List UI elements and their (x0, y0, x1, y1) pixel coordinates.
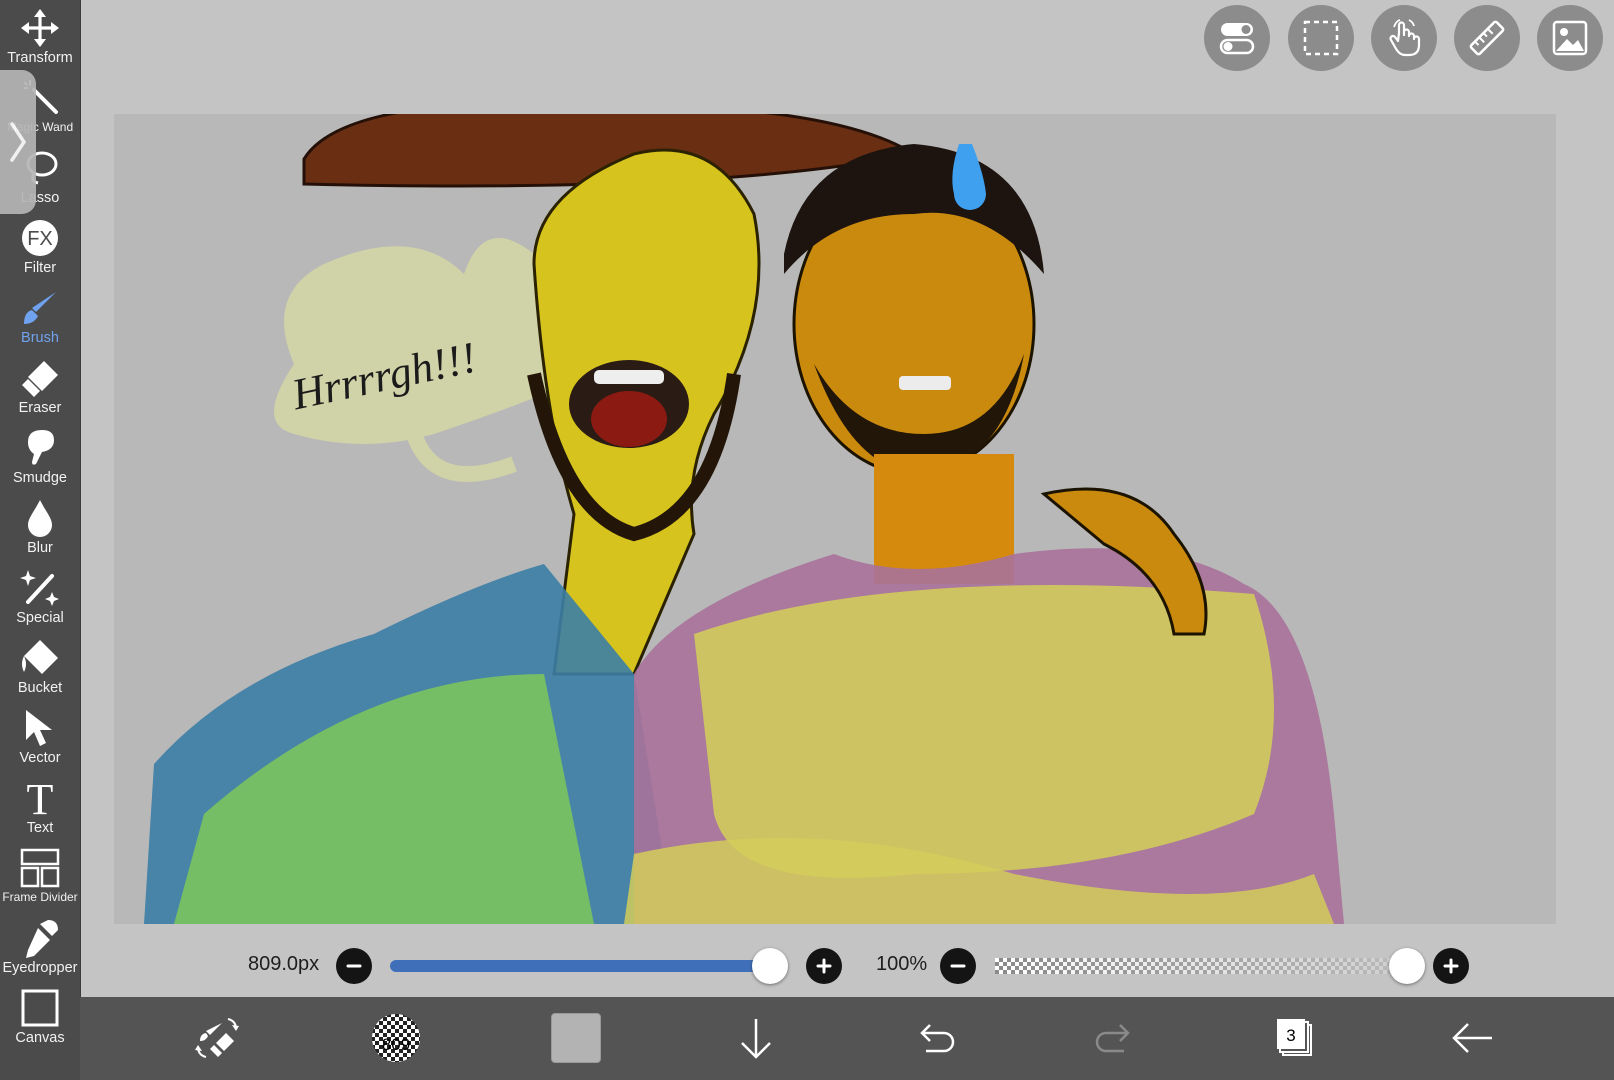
tool-label: Eyedropper (2, 960, 78, 976)
tool-canvas[interactable]: Canvas (0, 984, 80, 1056)
eraser-icon (22, 361, 58, 397)
tool-bucket[interactable]: Bucket (0, 634, 80, 706)
back-button[interactable] (1440, 1005, 1506, 1071)
brush-size-slider-knob[interactable] (752, 948, 789, 984)
tool-filter[interactable]: FX Filter (0, 214, 80, 286)
layers-button[interactable]: 3 (1261, 1005, 1327, 1071)
text-t-icon: T (27, 778, 54, 818)
toolbar-collapse-tab[interactable] (0, 70, 36, 214)
fx-filter-icon: FX (22, 220, 58, 256)
brush-size-badge: 809 (382, 1035, 410, 1054)
layer-count: 3 (1286, 1026, 1295, 1045)
frame-divider-icon (20, 848, 60, 888)
gesture-hand-icon (1389, 19, 1421, 57)
smudge-finger-icon (28, 430, 54, 465)
tool-label: Text (26, 820, 54, 836)
tool-eraser[interactable]: Eraser (0, 354, 80, 426)
svg-text:FX: FX (27, 228, 53, 250)
tool-label: Smudge (12, 470, 67, 486)
tool-blur[interactable]: Blur (0, 494, 80, 566)
toggle-icon (1219, 23, 1255, 55)
opacity-increase-button[interactable] (1433, 948, 1469, 984)
undo-icon (920, 1024, 955, 1053)
tool-label: Bucket (17, 680, 63, 696)
tool-label: Filter (23, 260, 57, 276)
ruler-button[interactable] (1454, 5, 1520, 71)
brush-icon (24, 292, 56, 324)
tool-label: Eraser (18, 400, 62, 416)
brush-size-increase-button[interactable] (806, 948, 842, 984)
selection-button[interactable] (1288, 5, 1354, 71)
arrow-left-icon (1452, 1023, 1492, 1053)
svg-text:T: T (27, 778, 54, 818)
brush-swap-icon (195, 1018, 239, 1058)
eyedropper-icon (26, 920, 58, 958)
opacity-slider[interactable] (995, 958, 1407, 974)
tool-label: Frame Divider (2, 890, 78, 904)
gesture-button[interactable] (1371, 5, 1437, 71)
ruler-icon (1469, 20, 1505, 56)
tool-transform[interactable]: Transform (0, 4, 80, 76)
plus-icon (816, 958, 832, 974)
vector-cursor-icon (26, 710, 52, 746)
tool-label: Canvas (15, 1030, 65, 1046)
bucket-icon (22, 640, 58, 674)
brush-settings-button[interactable]: 809 (363, 1005, 429, 1071)
brush-size-preview-icon: 809 (372, 1014, 420, 1062)
brush-size-slider[interactable] (390, 960, 782, 972)
drawing-canvas[interactable]: Hrrrrgh!!! (114, 114, 1556, 924)
opacity-value: 100% (876, 953, 928, 975)
redo-icon (1095, 1024, 1130, 1053)
tool-label: Transform (7, 50, 73, 66)
brush-size-decrease-button[interactable] (336, 948, 372, 984)
tool-vector[interactable]: Vector (0, 704, 80, 776)
save-download-button[interactable] (723, 1005, 789, 1071)
selection-icon (1303, 20, 1339, 56)
opacity-slider-knob[interactable] (1389, 948, 1425, 984)
tool-special[interactable]: Special (0, 564, 80, 636)
blur-drop-icon (28, 500, 52, 537)
reference-image-button[interactable] (1537, 5, 1603, 71)
redo-button[interactable] (1082, 1005, 1148, 1071)
brush-size-value: 809.0px (248, 953, 320, 975)
current-color-swatch (551, 1013, 601, 1063)
tool-text[interactable]: T Text (0, 774, 80, 846)
quick-menu-button[interactable] (184, 1005, 250, 1071)
color-picker-button[interactable] (543, 1005, 609, 1071)
minus-icon (346, 964, 362, 968)
tool-bar: Transform Magic Wand Lasso FX Filter Bru… (0, 0, 81, 1080)
plus-icon (1443, 958, 1459, 974)
tool-label: Vector (19, 750, 61, 766)
arrow-down-icon (741, 1019, 771, 1059)
tool-smudge[interactable]: Smudge (0, 424, 80, 496)
transform-icon (21, 9, 59, 47)
special-sparkle-icon (20, 570, 59, 606)
tool-label: Special (16, 610, 64, 626)
chevron-right-icon (10, 122, 27, 162)
image-icon (1552, 20, 1588, 56)
tool-label: Blur (27, 540, 53, 556)
brush-size-fill (390, 960, 771, 972)
layers-icon: 3 (1277, 1019, 1312, 1056)
canvas-icon (21, 989, 59, 1027)
artwork: Hrrrrgh!!! (114, 114, 1556, 924)
minus-icon (950, 964, 966, 968)
bottom-bar: 809 3 (80, 997, 1614, 1080)
undo-button[interactable] (902, 1005, 968, 1071)
tool-label: Brush (21, 330, 59, 346)
tool-frame-divider[interactable]: Frame Divider (0, 844, 80, 916)
toggle-button[interactable] (1204, 5, 1270, 71)
tool-eyedropper[interactable]: Eyedropper (0, 914, 80, 986)
tool-brush[interactable]: Brush (0, 284, 80, 356)
opacity-decrease-button[interactable] (940, 948, 976, 984)
